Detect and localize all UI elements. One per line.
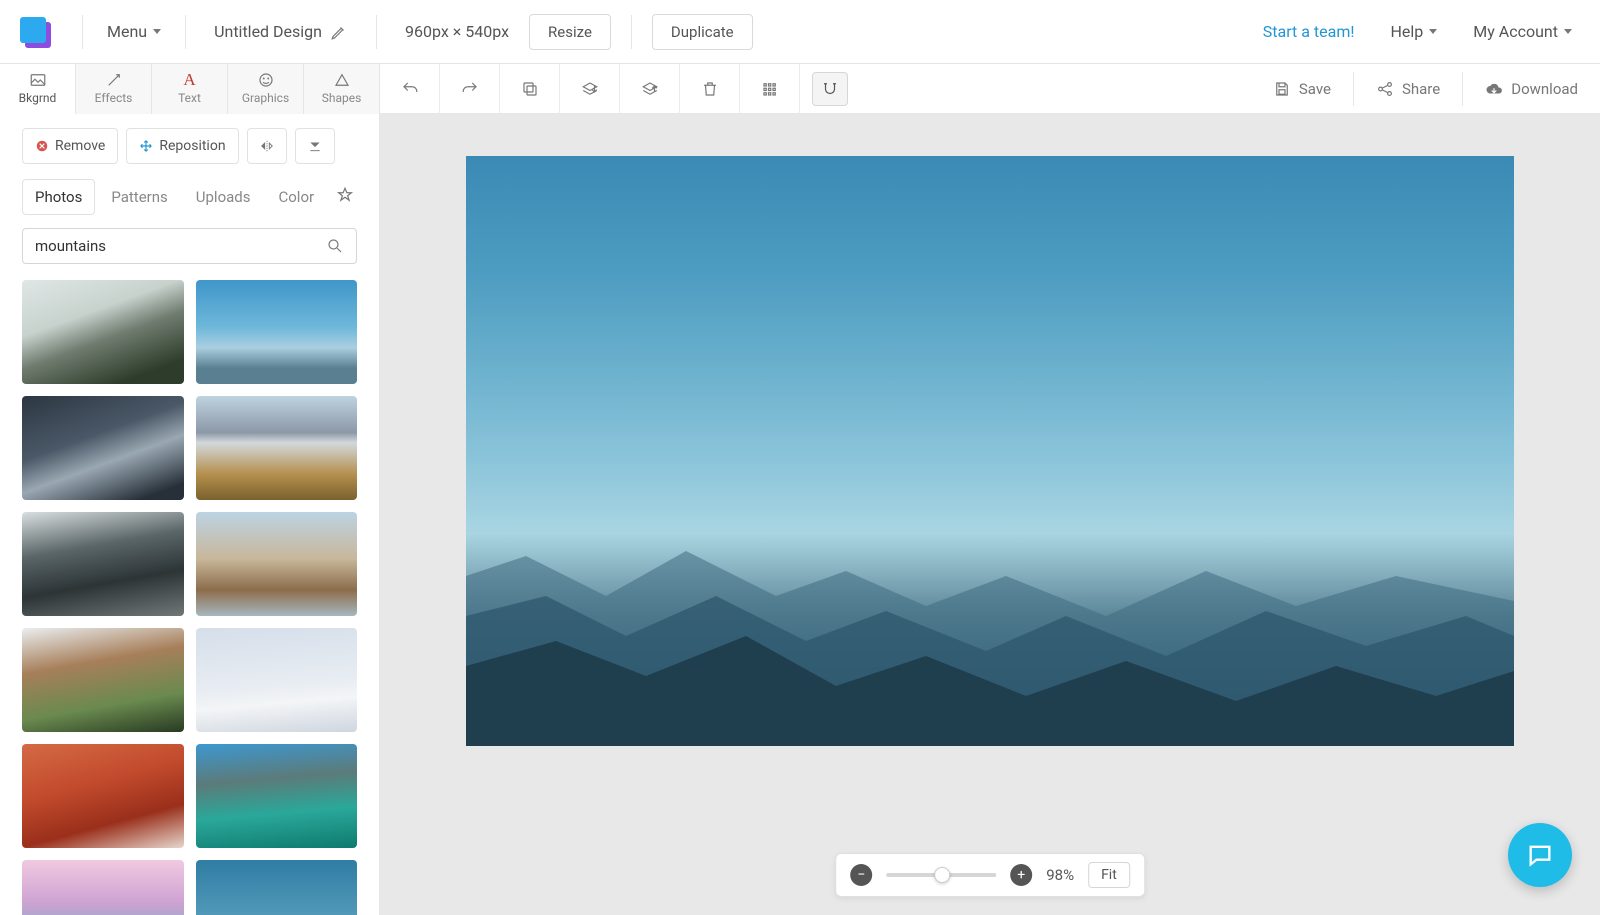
thumb-1[interactable] bbox=[22, 280, 184, 384]
cloud-download-icon bbox=[1485, 80, 1503, 98]
tab-graphics[interactable]: Graphics bbox=[228, 64, 304, 114]
thumb-3[interactable] bbox=[22, 396, 184, 500]
tab-photos[interactable]: Photos bbox=[22, 179, 95, 215]
canvas-area[interactable]: − + 98% Fit bbox=[380, 114, 1600, 915]
download-label: Download bbox=[1511, 80, 1578, 98]
side-panel: Remove Reposition Photos Patterns Upload… bbox=[0, 114, 380, 915]
bring-front-button[interactable] bbox=[620, 64, 680, 114]
reposition-label: Reposition bbox=[159, 138, 225, 154]
search-input[interactable] bbox=[35, 237, 326, 255]
flip-h-icon bbox=[260, 137, 274, 155]
start-team-link[interactable]: Start a team! bbox=[1245, 22, 1373, 41]
resize-button[interactable]: Resize bbox=[529, 14, 611, 50]
menu-dropdown[interactable]: Menu bbox=[97, 16, 171, 47]
delete-button[interactable] bbox=[680, 64, 740, 114]
zoom-slider-knob[interactable] bbox=[934, 867, 950, 883]
tab-label: Bkgrnd bbox=[19, 91, 57, 105]
zoom-slider[interactable] bbox=[886, 873, 996, 877]
tab-uploads[interactable]: Uploads bbox=[184, 180, 263, 214]
pencil-icon bbox=[330, 23, 348, 41]
duplicate-button[interactable]: Duplicate bbox=[652, 14, 753, 50]
flip-vertical-button[interactable] bbox=[295, 128, 335, 164]
snap-button[interactable] bbox=[812, 72, 848, 106]
remove-button[interactable]: Remove bbox=[22, 128, 118, 164]
tab-label: Effects bbox=[95, 91, 133, 105]
toolbar: Bkgrnd Effects A Text Graphics Shapes Sa… bbox=[0, 64, 1600, 114]
tab-label: Graphics bbox=[242, 91, 289, 105]
help-chat-button[interactable] bbox=[1508, 823, 1572, 887]
canvas-image bbox=[466, 156, 1514, 746]
photo-grid bbox=[22, 280, 357, 915]
save-icon bbox=[1273, 80, 1291, 98]
search-icon bbox=[326, 237, 344, 255]
tab-text[interactable]: A Text bbox=[152, 64, 228, 114]
top-bar: Menu Untitled Design 960px × 540px Resiz… bbox=[0, 0, 1600, 64]
tab-favorites[interactable] bbox=[330, 178, 360, 216]
save-label: Save bbox=[1299, 80, 1331, 98]
thumb-10[interactable] bbox=[196, 744, 358, 848]
tab-bkgrnd[interactable]: Bkgrnd bbox=[0, 64, 76, 114]
project-name-text: Untitled Design bbox=[214, 22, 322, 41]
canvas-dimensions: 960px × 540px bbox=[391, 22, 523, 41]
smiley-icon bbox=[257, 72, 275, 88]
share-label: Share bbox=[1402, 80, 1440, 98]
side-tabs: Photos Patterns Uploads Color bbox=[22, 178, 357, 216]
tab-effects[interactable]: Effects bbox=[76, 64, 152, 114]
thumb-9[interactable] bbox=[22, 744, 184, 848]
help-dropdown[interactable]: Help bbox=[1373, 22, 1456, 41]
send-back-button[interactable] bbox=[560, 64, 620, 114]
caret-down-icon bbox=[153, 29, 161, 34]
caret-down-icon bbox=[1564, 29, 1572, 34]
search-input-wrap[interactable] bbox=[22, 228, 357, 264]
chat-icon bbox=[1526, 841, 1554, 869]
zoom-percent: 98% bbox=[1046, 866, 1074, 884]
reposition-button[interactable]: Reposition bbox=[126, 128, 238, 164]
help-label: Help bbox=[1391, 22, 1424, 41]
zoom-in-button[interactable]: + bbox=[1010, 864, 1032, 886]
thumb-2[interactable] bbox=[196, 280, 358, 384]
wand-icon bbox=[105, 72, 123, 88]
tab-color[interactable]: Color bbox=[266, 180, 326, 214]
download-button[interactable]: Download bbox=[1463, 80, 1600, 98]
thumb-5[interactable] bbox=[22, 512, 184, 616]
thumb-12[interactable] bbox=[196, 860, 358, 915]
flip-horizontal-button[interactable] bbox=[247, 128, 287, 164]
zoom-fit-button[interactable]: Fit bbox=[1088, 862, 1130, 888]
project-name[interactable]: Untitled Design bbox=[200, 22, 362, 41]
design-canvas[interactable] bbox=[466, 156, 1514, 746]
account-label: My Account bbox=[1473, 22, 1558, 41]
thumb-7[interactable] bbox=[22, 628, 184, 732]
tab-label: Text bbox=[178, 91, 201, 105]
remove-icon bbox=[35, 139, 49, 153]
tab-shapes[interactable]: Shapes bbox=[304, 64, 380, 114]
account-dropdown[interactable]: My Account bbox=[1455, 22, 1590, 41]
move-icon bbox=[139, 139, 153, 153]
redo-button[interactable] bbox=[440, 64, 500, 114]
menu-label: Menu bbox=[107, 22, 147, 41]
main-area: Remove Reposition Photos Patterns Upload… bbox=[0, 114, 1600, 915]
text-icon: A bbox=[183, 72, 195, 88]
zoom-controls: − + 98% Fit bbox=[835, 853, 1145, 897]
thumb-11[interactable] bbox=[22, 860, 184, 915]
app-logo[interactable] bbox=[20, 17, 50, 47]
caret-down-icon bbox=[1429, 29, 1437, 34]
thumb-6[interactable] bbox=[196, 512, 358, 616]
star-icon bbox=[336, 186, 354, 204]
triangle-icon bbox=[333, 72, 351, 88]
grid-button[interactable] bbox=[740, 64, 800, 114]
undo-button[interactable] bbox=[380, 64, 440, 114]
flip-v-icon bbox=[308, 137, 322, 155]
copy-button[interactable] bbox=[500, 64, 560, 114]
share-icon bbox=[1376, 80, 1394, 98]
save-button[interactable]: Save bbox=[1251, 80, 1353, 98]
remove-label: Remove bbox=[55, 138, 105, 154]
image-icon bbox=[29, 72, 47, 88]
tab-patterns[interactable]: Patterns bbox=[99, 180, 179, 214]
thumb-4[interactable] bbox=[196, 396, 358, 500]
tab-label: Shapes bbox=[322, 91, 362, 105]
zoom-out-button[interactable]: − bbox=[850, 864, 872, 886]
share-button[interactable]: Share bbox=[1354, 80, 1462, 98]
thumb-8[interactable] bbox=[196, 628, 358, 732]
